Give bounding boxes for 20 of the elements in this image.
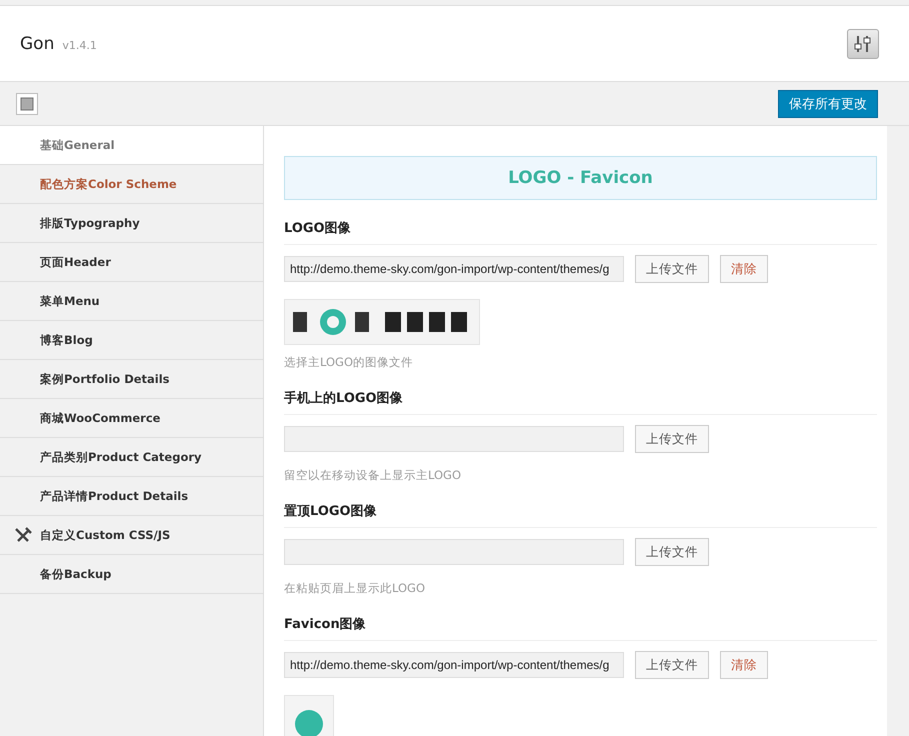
upload-button[interactable]: 上传文件 <box>635 255 709 283</box>
field-label: Favicon图像 <box>284 596 877 641</box>
field-label: 置顶LOGO图像 <box>284 483 877 528</box>
app-title: Gon <box>20 34 54 54</box>
field-label: 手机上的LOGO图像 <box>284 370 877 415</box>
field-hint: 留空以在移动设备上显示主LOGO <box>284 468 462 483</box>
version-label: v1.4.1 <box>62 38 97 52</box>
upload-button[interactable]: 上传文件 <box>635 538 709 566</box>
input-field[interactable]: http://demo.theme-sky.com/gon-import/wp-content/themes/g <box>284 652 624 678</box>
upload-button[interactable]: 上传文件 <box>635 425 709 453</box>
upload-button[interactable]: 上传文件 <box>635 651 709 679</box>
save-button[interactable]: 保存所有更改 <box>778 90 878 118</box>
input-field[interactable]: http://demo.theme-sky.com/gon-import/wp-content/themes/g <box>284 256 624 282</box>
remove-button[interactable]: 清除 <box>720 255 768 283</box>
remove-button[interactable]: 清除 <box>720 651 768 679</box>
field-hint: 在粘贴页眉上显示此LOGO <box>284 581 426 596</box>
section-title: LOGO - Favicon <box>284 156 877 200</box>
field-label: LOGO图像 <box>284 200 877 245</box>
sidebar-item[interactable]: 基础General <box>0 126 263 165</box>
field-hint: 选择主LOGO的图像文件 <box>284 355 414 370</box>
